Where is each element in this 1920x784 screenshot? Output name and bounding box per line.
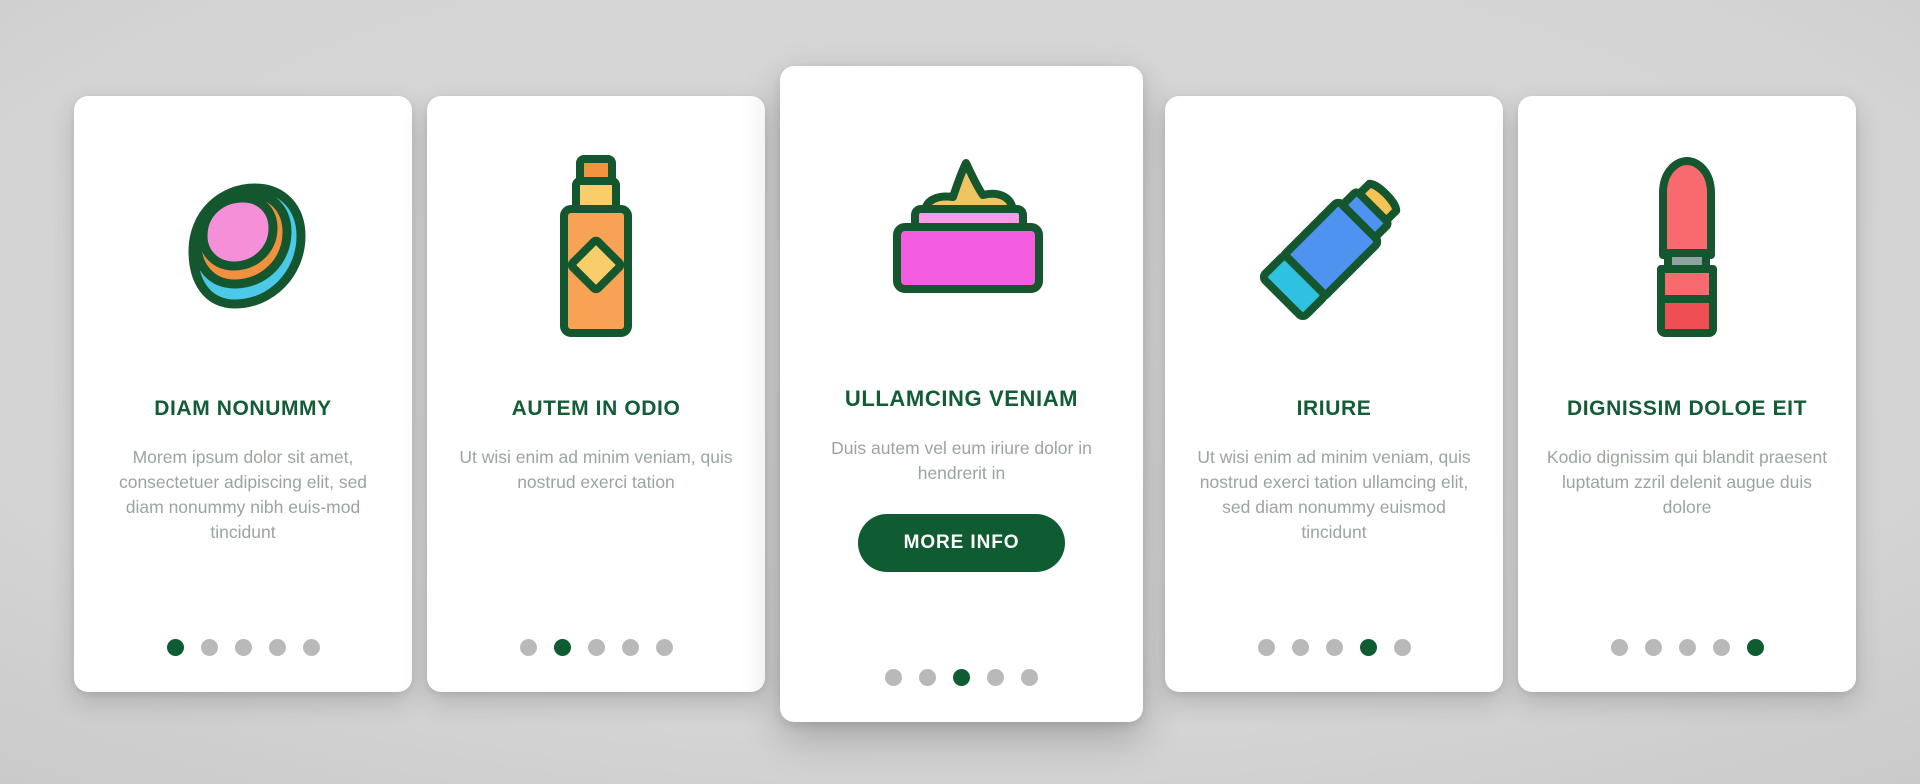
card-description: Kodio dignissim qui blandit praesent lup… bbox=[1546, 447, 1828, 517]
card-description: Ut wisi enim ad minim veniam, quis nostr… bbox=[459, 447, 733, 493]
pagination-dot-5[interactable] bbox=[1393, 639, 1411, 656]
pagination-dot-4[interactable] bbox=[268, 639, 286, 656]
onboarding-card-5[interactable]: DIGNISSIM DOLOE EIT Kodio dignissim qui … bbox=[1518, 96, 1856, 692]
cosmetic-marker-pencil-icon bbox=[1165, 96, 1503, 396]
pagination-dot-3[interactable] bbox=[1678, 639, 1696, 656]
lipstick-icon bbox=[1518, 96, 1856, 396]
pagination-dot-2[interactable] bbox=[200, 639, 218, 656]
pagination-dots[interactable] bbox=[427, 639, 765, 656]
card-title: IRIURE bbox=[1296, 397, 1372, 420]
pagination-dot-1[interactable] bbox=[1610, 639, 1628, 656]
onboarding-card-3-featured[interactable]: ULLAMCING VENIAM Duis autem vel eum iriu… bbox=[780, 66, 1143, 722]
more-info-button[interactable]: MORE INFO bbox=[857, 514, 1066, 573]
pagination-dot-1[interactable] bbox=[885, 669, 902, 686]
pagination-dot-1[interactable] bbox=[519, 639, 537, 656]
cosmetic-powder-ball-icon bbox=[74, 96, 412, 396]
onboarding-card-4[interactable]: IRIURE Ut wisi enim ad minim veniam, qui… bbox=[1165, 96, 1503, 692]
pagination-dot-4[interactable] bbox=[1712, 639, 1730, 656]
pagination-dot-1[interactable] bbox=[166, 639, 184, 656]
onboarding-card-2[interactable]: AUTEM IN ODIO Ut wisi enim ad minim veni… bbox=[427, 96, 765, 692]
pagination-dot-5[interactable] bbox=[1021, 669, 1038, 686]
card-title: DIAM NONUMMY bbox=[154, 397, 332, 420]
cosmetic-cream-jar-icon bbox=[780, 66, 1143, 386]
pagination-dot-5[interactable] bbox=[655, 639, 673, 656]
pagination-dot-4[interactable] bbox=[987, 669, 1004, 686]
card-title: DIGNISSIM DOLOE EIT bbox=[1566, 397, 1808, 420]
pagination-dot-3[interactable] bbox=[587, 639, 605, 656]
onboarding-card-1[interactable]: DIAM NONUMMY Morem ipsum dolor sit amet,… bbox=[74, 96, 412, 692]
pagination-dots[interactable] bbox=[74, 639, 412, 656]
card-description: Duis autem vel eum iriure dolor in hendr… bbox=[831, 438, 1092, 484]
pagination-dot-5[interactable] bbox=[302, 639, 320, 656]
pagination-dot-3[interactable] bbox=[1325, 639, 1343, 656]
card-description: Morem ipsum dolor sit amet, consectetuer… bbox=[118, 447, 368, 542]
pagination-dot-3[interactable] bbox=[234, 639, 252, 656]
onboarding-screens-stage: DIAM NONUMMY Morem ipsum dolor sit amet,… bbox=[0, 0, 1920, 784]
card-title: ULLAMCING VENIAM bbox=[844, 386, 1079, 411]
pagination-dots[interactable] bbox=[1518, 639, 1856, 656]
cosmetic-bottle-icon bbox=[427, 96, 765, 396]
card-title: AUTEM IN ODIO bbox=[511, 397, 681, 420]
pagination-dots[interactable] bbox=[780, 669, 1143, 686]
pagination-dot-2[interactable] bbox=[1291, 639, 1309, 656]
pagination-dot-4[interactable] bbox=[1359, 639, 1377, 656]
pagination-dot-5[interactable] bbox=[1746, 639, 1764, 656]
pagination-dot-3[interactable] bbox=[953, 669, 970, 686]
pagination-dot-2[interactable] bbox=[919, 669, 936, 686]
pagination-dot-2[interactable] bbox=[1644, 639, 1662, 656]
pagination-dots[interactable] bbox=[1165, 639, 1503, 656]
card-description: Ut wisi enim ad minim veniam, quis nostr… bbox=[1197, 447, 1471, 542]
pagination-dot-4[interactable] bbox=[621, 639, 639, 656]
pagination-dot-2[interactable] bbox=[553, 639, 571, 656]
pagination-dot-1[interactable] bbox=[1257, 639, 1275, 656]
